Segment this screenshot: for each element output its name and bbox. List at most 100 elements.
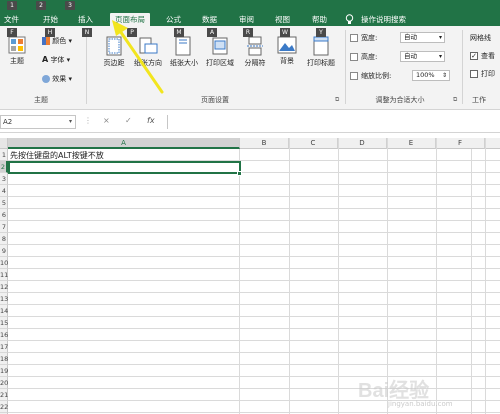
gridlines-view-checkbox[interactable]: ✓ bbox=[470, 52, 478, 60]
cell-A1[interactable]: 先按住键盘的ALT按键不放 bbox=[10, 150, 104, 161]
baidu-jingyan-watermark: Bai经验 jingyan.baidu.com bbox=[358, 372, 498, 412]
row-header-12[interactable]: 12 bbox=[0, 281, 8, 293]
title-and-tab-bar: 1 2 3 文件 开始 插入 页面布局 公式 数据 审阅 视图 帮助 操作说明搜… bbox=[0, 0, 500, 26]
margins-button[interactable]: 页边距 bbox=[100, 36, 128, 68]
orientation-icon bbox=[139, 37, 158, 54]
gridlines-label: 网格线 bbox=[470, 34, 491, 42]
row-header-9[interactable]: 9 bbox=[0, 245, 8, 257]
row-header-3[interactable]: 3 bbox=[0, 173, 8, 185]
themes-button[interactable]: 主题 bbox=[4, 36, 30, 66]
scale-spinner[interactable]: 100% ⇕ bbox=[412, 70, 450, 81]
keytip-data: A bbox=[207, 28, 217, 37]
column-gridline bbox=[338, 138, 339, 414]
print-titles-icon bbox=[313, 36, 329, 56]
tab-formulas[interactable]: 公式 bbox=[166, 13, 181, 26]
tab-view[interactable]: 视图 bbox=[275, 13, 290, 26]
row-header-19[interactable]: 19 bbox=[0, 365, 8, 377]
group-label-sheet-options: 工作 bbox=[472, 96, 486, 104]
row-header-15[interactable]: 15 bbox=[0, 317, 8, 329]
column-gridline bbox=[289, 138, 290, 414]
tell-me-search[interactable]: 操作说明搜索 bbox=[361, 13, 406, 26]
tab-help[interactable]: 帮助 bbox=[312, 13, 327, 26]
keytip-insert: N bbox=[82, 28, 92, 37]
row-header-6[interactable]: 6 bbox=[0, 209, 8, 221]
background-picture-icon bbox=[277, 36, 297, 54]
width-dropdown[interactable]: 自动 ▾ bbox=[400, 32, 445, 43]
row-header-21[interactable]: 21 bbox=[0, 389, 8, 401]
keytip-formulas: M bbox=[174, 28, 184, 37]
column-header-A[interactable]: A bbox=[8, 138, 240, 149]
height-dropdown[interactable]: 自动 ▾ bbox=[400, 51, 445, 62]
formula-input[interactable] bbox=[167, 115, 500, 129]
selected-cell-A2[interactable] bbox=[8, 161, 241, 174]
select-all-corner[interactable] bbox=[0, 138, 8, 149]
row-header-11[interactable]: 11 bbox=[0, 269, 8, 281]
row-header-5[interactable]: 5 bbox=[0, 197, 8, 209]
row-header-17[interactable]: 17 bbox=[0, 341, 8, 353]
row-header-13[interactable]: 13 bbox=[0, 293, 8, 305]
print-area-button[interactable]: 打印区域 bbox=[204, 36, 236, 68]
row-header-2[interactable]: 2 bbox=[0, 161, 8, 173]
gridlines-print-checkbox[interactable] bbox=[470, 70, 478, 78]
effects-icon bbox=[42, 75, 50, 83]
name-box[interactable]: A2 ▾ bbox=[0, 115, 76, 129]
row-header-22[interactable]: 22 bbox=[0, 401, 8, 413]
width-icon bbox=[350, 34, 358, 42]
scale-label: 缩放比例: bbox=[361, 72, 392, 80]
keytip-3: 3 bbox=[65, 1, 75, 10]
lightbulb-icon bbox=[345, 14, 354, 24]
background-button[interactable]: 背景 bbox=[274, 36, 300, 66]
paper-size-icon bbox=[175, 36, 191, 56]
tab-home[interactable]: 开始 bbox=[43, 13, 58, 26]
tab-review[interactable]: 审阅 bbox=[239, 13, 254, 26]
scale-launcher-icon[interactable]: ⧉ bbox=[453, 96, 457, 104]
insert-function-icon[interactable]: fx bbox=[147, 116, 155, 125]
row-header-18[interactable]: 18 bbox=[0, 353, 8, 365]
height-icon bbox=[350, 53, 358, 61]
colors-icon bbox=[42, 37, 50, 45]
print-titles-button[interactable]: 打印标题 bbox=[304, 36, 338, 68]
keytip-1: 1 bbox=[7, 1, 17, 10]
size-button[interactable]: 纸张大小 bbox=[168, 36, 200, 68]
width-label: 宽度: bbox=[361, 34, 378, 42]
row-header-1[interactable]: 1 bbox=[0, 149, 8, 161]
orientation-button[interactable]: 纸张方向 bbox=[132, 36, 164, 68]
page-setup-launcher-icon[interactable]: ⧉ bbox=[335, 96, 339, 104]
fill-handle[interactable] bbox=[237, 171, 242, 176]
column-header-F[interactable]: F bbox=[436, 138, 485, 149]
breaks-icon bbox=[247, 36, 263, 56]
height-label: 高度: bbox=[361, 53, 378, 61]
effects-button[interactable]: 效果 ▾ bbox=[42, 74, 72, 84]
fonts-button[interactable]: A 字体 ▾ bbox=[42, 55, 70, 65]
row-header-10[interactable]: 10 bbox=[0, 257, 8, 269]
row-header-20[interactable]: 20 bbox=[0, 377, 8, 389]
column-header-C[interactable]: C bbox=[289, 138, 338, 149]
column-header-D[interactable]: D bbox=[338, 138, 387, 149]
watermark-logo: Bai经验 bbox=[358, 380, 430, 402]
tab-file[interactable]: 文件 bbox=[4, 13, 19, 26]
row-header-4[interactable]: 4 bbox=[0, 185, 8, 197]
row-header-14[interactable]: 14 bbox=[0, 305, 8, 317]
row-header-8[interactable]: 8 bbox=[0, 233, 8, 245]
column-header-B[interactable]: B bbox=[240, 138, 289, 149]
group-label-scale-to-fit: 调整为合适大小 bbox=[375, 96, 425, 104]
scale-icon bbox=[350, 72, 358, 80]
keytip-help: Y bbox=[316, 28, 326, 37]
enter-icon[interactable]: ✓ bbox=[125, 116, 132, 125]
keytip-review: R bbox=[243, 28, 253, 37]
watermark-url: jingyan.baidu.com bbox=[388, 400, 453, 408]
tab-data[interactable]: 数据 bbox=[202, 13, 217, 26]
tab-insert[interactable]: 插入 bbox=[78, 13, 93, 26]
fonts-icon: A bbox=[42, 55, 49, 64]
row-header-7[interactable]: 7 bbox=[0, 221, 8, 233]
colors-button[interactable]: 颜色 ▾ bbox=[42, 36, 72, 46]
keytip-file: F bbox=[7, 28, 17, 37]
column-header-G[interactable]: G bbox=[485, 138, 500, 149]
column-header-E[interactable]: E bbox=[387, 138, 436, 149]
breaks-button[interactable]: 分隔符 bbox=[240, 36, 270, 68]
formula-bar-more-icon[interactable]: ⋮ bbox=[84, 116, 92, 125]
row-header-16[interactable]: 16 bbox=[0, 329, 8, 341]
keytip-page-layout: P bbox=[127, 28, 137, 37]
cancel-icon[interactable]: × bbox=[103, 116, 110, 125]
tab-page-layout[interactable]: 页面布局 bbox=[110, 13, 150, 26]
